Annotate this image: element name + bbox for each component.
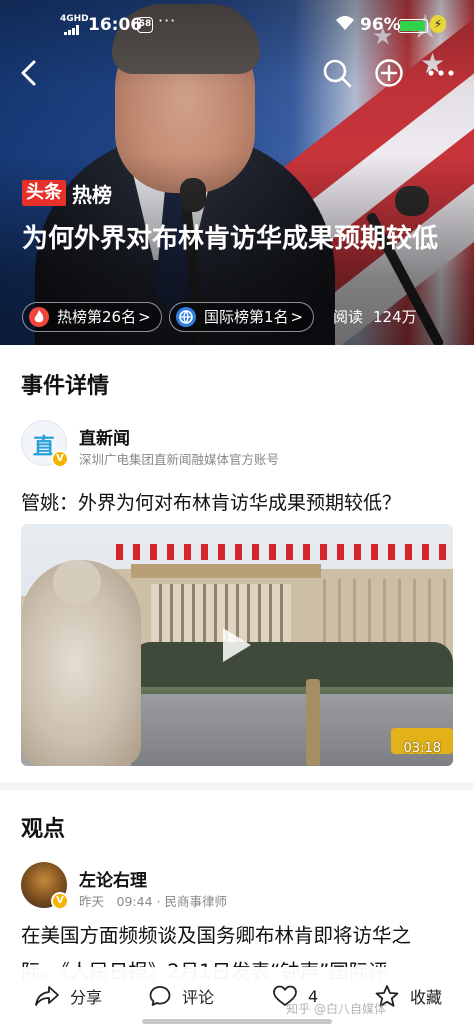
flags-row — [116, 544, 446, 560]
chevron-left-icon[interactable] — [16, 58, 42, 88]
play-icon[interactable] — [223, 628, 251, 662]
clock: 16:06 — [88, 15, 143, 35]
status-more: ··· — [158, 11, 177, 30]
video-duration: 03:18 — [403, 741, 441, 756]
opinion-heading: 观点 — [21, 817, 66, 842]
comment-icon — [149, 986, 171, 1006]
globe-icon — [176, 307, 196, 327]
status-bar: 4GHD 16:06 58 ··· 96% ⚡ — [0, 0, 474, 52]
hero-banner: ★ ★ ★ 4GHD 16:06 58 ··· 96% ⚡ — [0, 0, 474, 345]
comment-label: 评论 — [182, 988, 215, 1007]
verified-badge-icon: V — [51, 450, 69, 468]
comment-button[interactable]: 评论 — [148, 981, 214, 1011]
share-icon — [35, 986, 59, 1006]
intl-rank-label: 国际榜第1名 — [204, 308, 289, 326]
flame-icon — [29, 307, 49, 327]
more-dots-icon[interactable] — [426, 58, 456, 88]
read-count-label: 阅读 — [333, 308, 364, 326]
news-headline[interactable]: 管姚：外界为何对布林肯访华成果预期较低？ — [21, 488, 461, 515]
watermark: 知乎 @白八自媒体 — [286, 1002, 386, 1016]
read-count-value: 124万 — [373, 308, 417, 326]
notification-badge: 58 — [137, 17, 153, 33]
signal-icon — [64, 25, 80, 35]
photo-statue-top — [53, 560, 101, 604]
photo-trees — [131, 642, 453, 687]
brand-logo: 头条 — [22, 180, 66, 206]
event-detail-heading: 事件详情 — [21, 374, 110, 399]
battery-icon — [398, 19, 428, 33]
intl-rank-chip[interactable]: 国际榜第1名 > — [169, 302, 315, 332]
author-name[interactable]: 左论右理 — [79, 866, 147, 891]
home-indicator[interactable] — [142, 1019, 332, 1024]
author-meta: 昨天 09:44 · 民商事律师 — [79, 894, 227, 909]
chevron-right-icon: > — [290, 308, 304, 326]
hot-rank-chip[interactable]: 热榜第26名 > — [22, 302, 162, 332]
favorite-label: 收藏 — [410, 988, 443, 1007]
photo-building-roof — [131, 564, 321, 578]
page-title: 为何外界对布林肯访华成果预期较低 — [22, 224, 439, 254]
source-description: 深圳广电集团直新闻融媒体官方账号 — [79, 452, 280, 467]
video-player[interactable]: 03:18 — [21, 524, 453, 766]
hot-list-brand: 头条 热榜 — [22, 180, 112, 207]
opinion-author[interactable]: V 左论右理 昨天 09:44 · 民商事律师 — [21, 862, 461, 912]
section-divider — [0, 782, 474, 790]
hot-rank-label: 热榜第26名 — [57, 308, 137, 326]
plus-circle-icon[interactable] — [374, 58, 404, 88]
share-button[interactable]: 分享 — [34, 981, 102, 1011]
charging-icon: ⚡ — [430, 15, 446, 33]
photo-lamp — [306, 679, 320, 766]
wifi-icon — [335, 15, 355, 36]
battery-percent: 96% — [360, 15, 401, 35]
battery-level — [400, 21, 425, 31]
read-count: 阅读 124万 — [333, 306, 417, 327]
network-type: 4GHD — [60, 14, 89, 24]
source-name[interactable]: 直新闻 — [79, 424, 130, 449]
bottom-action-bar: 分享 评论 4 收藏 — [0, 967, 474, 1027]
search-icon[interactable] — [322, 58, 352, 88]
news-source[interactable]: 直 V 直新闻 深圳广电集团直新闻融媒体官方账号 — [21, 420, 461, 470]
share-label: 分享 — [70, 988, 103, 1007]
brand-label: 热榜 — [72, 182, 112, 207]
opinion-body-line: 在美国方面频频谈及国务卿布林肯即将访华之 — [21, 924, 412, 947]
chevron-right-icon: > — [138, 308, 151, 326]
verified-badge-icon: V — [51, 892, 69, 910]
